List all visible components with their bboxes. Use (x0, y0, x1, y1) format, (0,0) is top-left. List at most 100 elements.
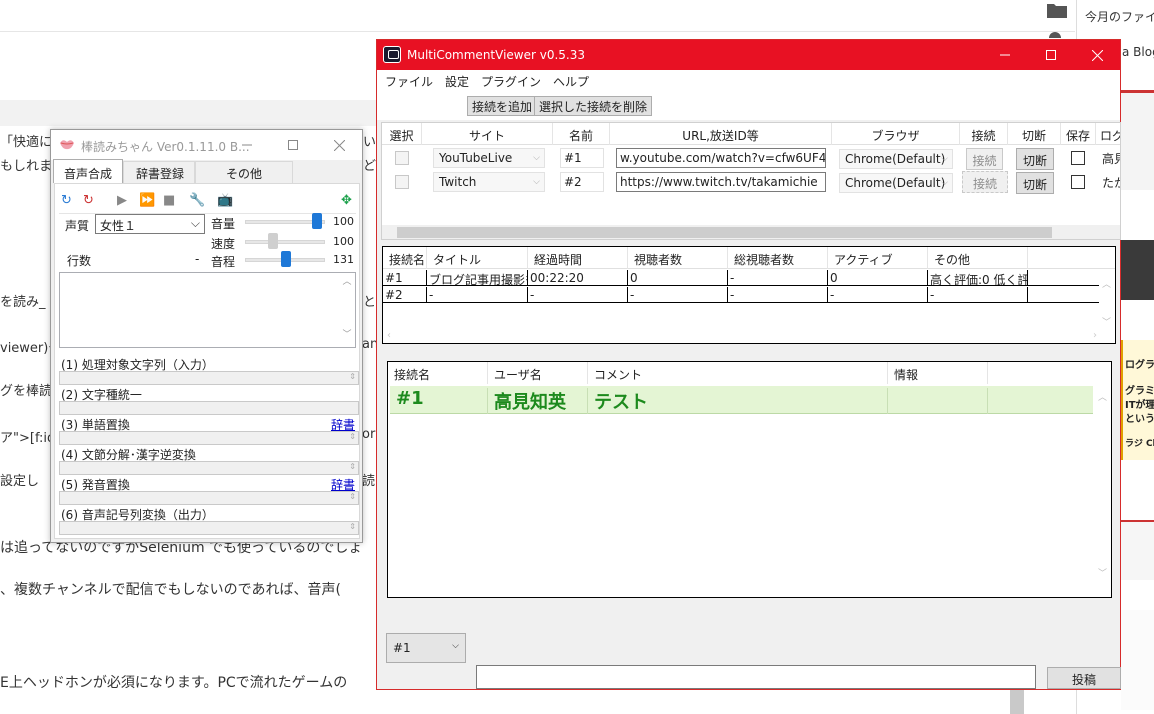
tv-icon[interactable]: 📺 (217, 193, 233, 208)
gear-icon[interactable] (1047, 30, 1063, 38)
minimize-button[interactable] (224, 130, 270, 160)
tab-other[interactable]: その他 (195, 161, 294, 183)
col-browser[interactable]: ブラウザ (832, 123, 960, 145)
col-connection-name[interactable]: 接続名 (388, 362, 488, 384)
scroll-up-icon[interactable]: ︿ (1098, 390, 1107, 403)
wrench-icon[interactable]: 🔧 (189, 193, 205, 208)
col-url[interactable]: URL,放送ID等 (610, 123, 832, 145)
tab-speech[interactable]: 音声合成 (53, 159, 124, 183)
volume-slider-thumb[interactable] (312, 213, 322, 229)
skip-icon[interactable]: ⏩ (139, 193, 155, 208)
col-save[interactable]: 保存 (1061, 123, 1096, 145)
connections-header: 選択 サイト 名前 URL,放送ID等 ブラウザ 接続 切断 保存 ログ (382, 123, 1120, 145)
col-site[interactable]: サイト (422, 123, 553, 145)
select-checkbox[interactable] (395, 175, 409, 189)
site-select[interactable]: YouTubeLive ⌵ (433, 148, 545, 168)
scroll-down-icon[interactable]: ﹀ (1098, 566, 1107, 579)
comment-connection: #1 (390, 388, 488, 414)
folder-icon[interactable] (1047, 2, 1067, 18)
scroll-down-icon[interactable]: ﹀ (1102, 315, 1111, 328)
tab-strip: 音声合成 辞書登録 その他 (53, 159, 294, 183)
connect-button[interactable]: 接続 (966, 148, 1003, 170)
menu-plugins[interactable]: プラグイン (471, 70, 541, 92)
col-info[interactable]: 情報 (888, 362, 988, 384)
col-name[interactable]: 名前 (553, 123, 610, 145)
thumbnail[interactable] (1121, 520, 1154, 580)
save-checkbox[interactable] (1071, 151, 1085, 165)
speed-value: 100 (333, 235, 354, 248)
bouyomi-titlebar[interactable]: 棒読みちゃん Ver0.1.11.0 B... (51, 130, 362, 160)
browser-select[interactable]: Chrome(Default) ⌵ (839, 149, 953, 169)
blog-text-fragment: ど (363, 159, 377, 174)
menu-file[interactable]: ファイル (377, 70, 433, 92)
connection-select[interactable]: #1 ⌵ (386, 633, 466, 663)
maximize-button[interactable] (1028, 40, 1074, 70)
connections-hscrollbar[interactable] (382, 225, 1120, 239)
url-field[interactable]: w.youtube.com/watch?v=cfw6UF49vBE (616, 148, 826, 168)
name-field[interactable]: #1 (560, 148, 604, 168)
scroll-right-icon[interactable]: › (1093, 330, 1097, 341)
close-icon (1091, 49, 1103, 61)
col-disconnect[interactable]: 切断 (1008, 123, 1061, 145)
col-connect[interactable]: 接続 (960, 123, 1008, 145)
col-active[interactable]: アクティブ (828, 247, 928, 269)
menu-bar: ファイル 設定 プラグイン ヘルプ (377, 70, 1120, 92)
minimize-button[interactable] (982, 40, 1028, 70)
close-button[interactable] (1074, 40, 1120, 70)
play-icon[interactable]: ▶ (117, 193, 127, 208)
stop-icon[interactable]: ■ (163, 193, 175, 208)
thumbnail[interactable] (1121, 240, 1154, 300)
connect-icon[interactable]: ↻ (61, 193, 72, 208)
blog-text-line: E上ヘッドホンが必須になります。PCで流れたゲームの (0, 675, 348, 691)
col-connection-name[interactable]: 接続名 (383, 247, 427, 269)
col-title[interactable]: タイトル (427, 247, 528, 269)
text-input-area[interactable]: ︿ ﹀ (59, 272, 356, 348)
menu-settings[interactable]: 設定 (435, 70, 469, 92)
voice-select[interactable]: 女性１ ⌵ (95, 214, 205, 234)
speed-slider-thumb[interactable] (268, 233, 278, 249)
disconnect-icon[interactable]: ↻ (83, 193, 94, 208)
col-username[interactable]: ユーザ名 (488, 362, 588, 384)
resize-icon[interactable]: ✥ (341, 193, 352, 208)
speed-label: 速度 (211, 237, 236, 251)
url-field[interactable]: https://www.twitch.tv/takamichie (616, 172, 826, 192)
speed-slider[interactable] (245, 240, 325, 244)
col-other[interactable]: その他 (928, 247, 1028, 269)
disconnect-button[interactable]: 切断 (1016, 148, 1054, 170)
select-checkbox[interactable] (395, 151, 409, 165)
col-total-viewers[interactable]: 総視聴者数 (728, 247, 828, 269)
col-elapsed[interactable]: 経過時間 (528, 247, 628, 269)
col-comment[interactable]: コメント (588, 362, 888, 384)
comment-input[interactable] (476, 665, 1036, 689)
col-select[interactable]: 選択 (382, 123, 422, 145)
col-viewers[interactable]: 視聴者数 (628, 247, 728, 269)
textarea-scrollbar[interactable]: ︿ ﹀ (340, 274, 354, 346)
thumbnail[interactable]: ログラミ グラミン ITが理 という ラジ Chat (1121, 340, 1154, 460)
scroll-left-icon[interactable]: ‹ (387, 330, 391, 341)
pitch-slider-thumb[interactable] (281, 251, 291, 267)
maximize-button[interactable] (270, 130, 316, 160)
browser-select[interactable]: Chrome(Default) ⌵ (839, 173, 953, 193)
thumbnail[interactable] (1121, 610, 1154, 710)
post-button[interactable]: 投稿 (1047, 667, 1121, 689)
disconnect-button[interactable]: 切断 (1016, 172, 1054, 194)
thumbnail[interactable] (1121, 90, 1154, 190)
mcv-titlebar[interactable]: MultiCommentViewer v0.5.33 (377, 40, 1120, 70)
sidebar-title: 今月のファイル (1085, 10, 1154, 24)
close-button[interactable] (316, 130, 362, 160)
site-select[interactable]: Twitch ⌵ (433, 172, 545, 192)
scroll-thumb[interactable] (397, 227, 1052, 238)
page-scrollbar-thumb[interactable] (1010, 690, 1024, 714)
name-field[interactable]: #2 (560, 172, 604, 192)
blog-text-line: 「快適に (0, 135, 53, 150)
save-checkbox[interactable] (1071, 175, 1085, 189)
remove-connection-button[interactable]: 選択した接続を削除 (534, 96, 653, 116)
menu-help[interactable]: ヘルプ (543, 70, 589, 92)
scroll-up-icon[interactable]: ︿ (1102, 277, 1111, 290)
col-log[interactable]: ログ (1096, 123, 1120, 145)
connect-button[interactable]: 接続 (962, 171, 1008, 193)
comment-row[interactable]: #1 高見知英 テスト (390, 386, 1093, 414)
tab-dictionary[interactable]: 辞書登録 (123, 161, 196, 183)
blog-text-line: もしれま (0, 159, 53, 174)
add-connection-button[interactable]: 接続を追加 (467, 96, 538, 116)
